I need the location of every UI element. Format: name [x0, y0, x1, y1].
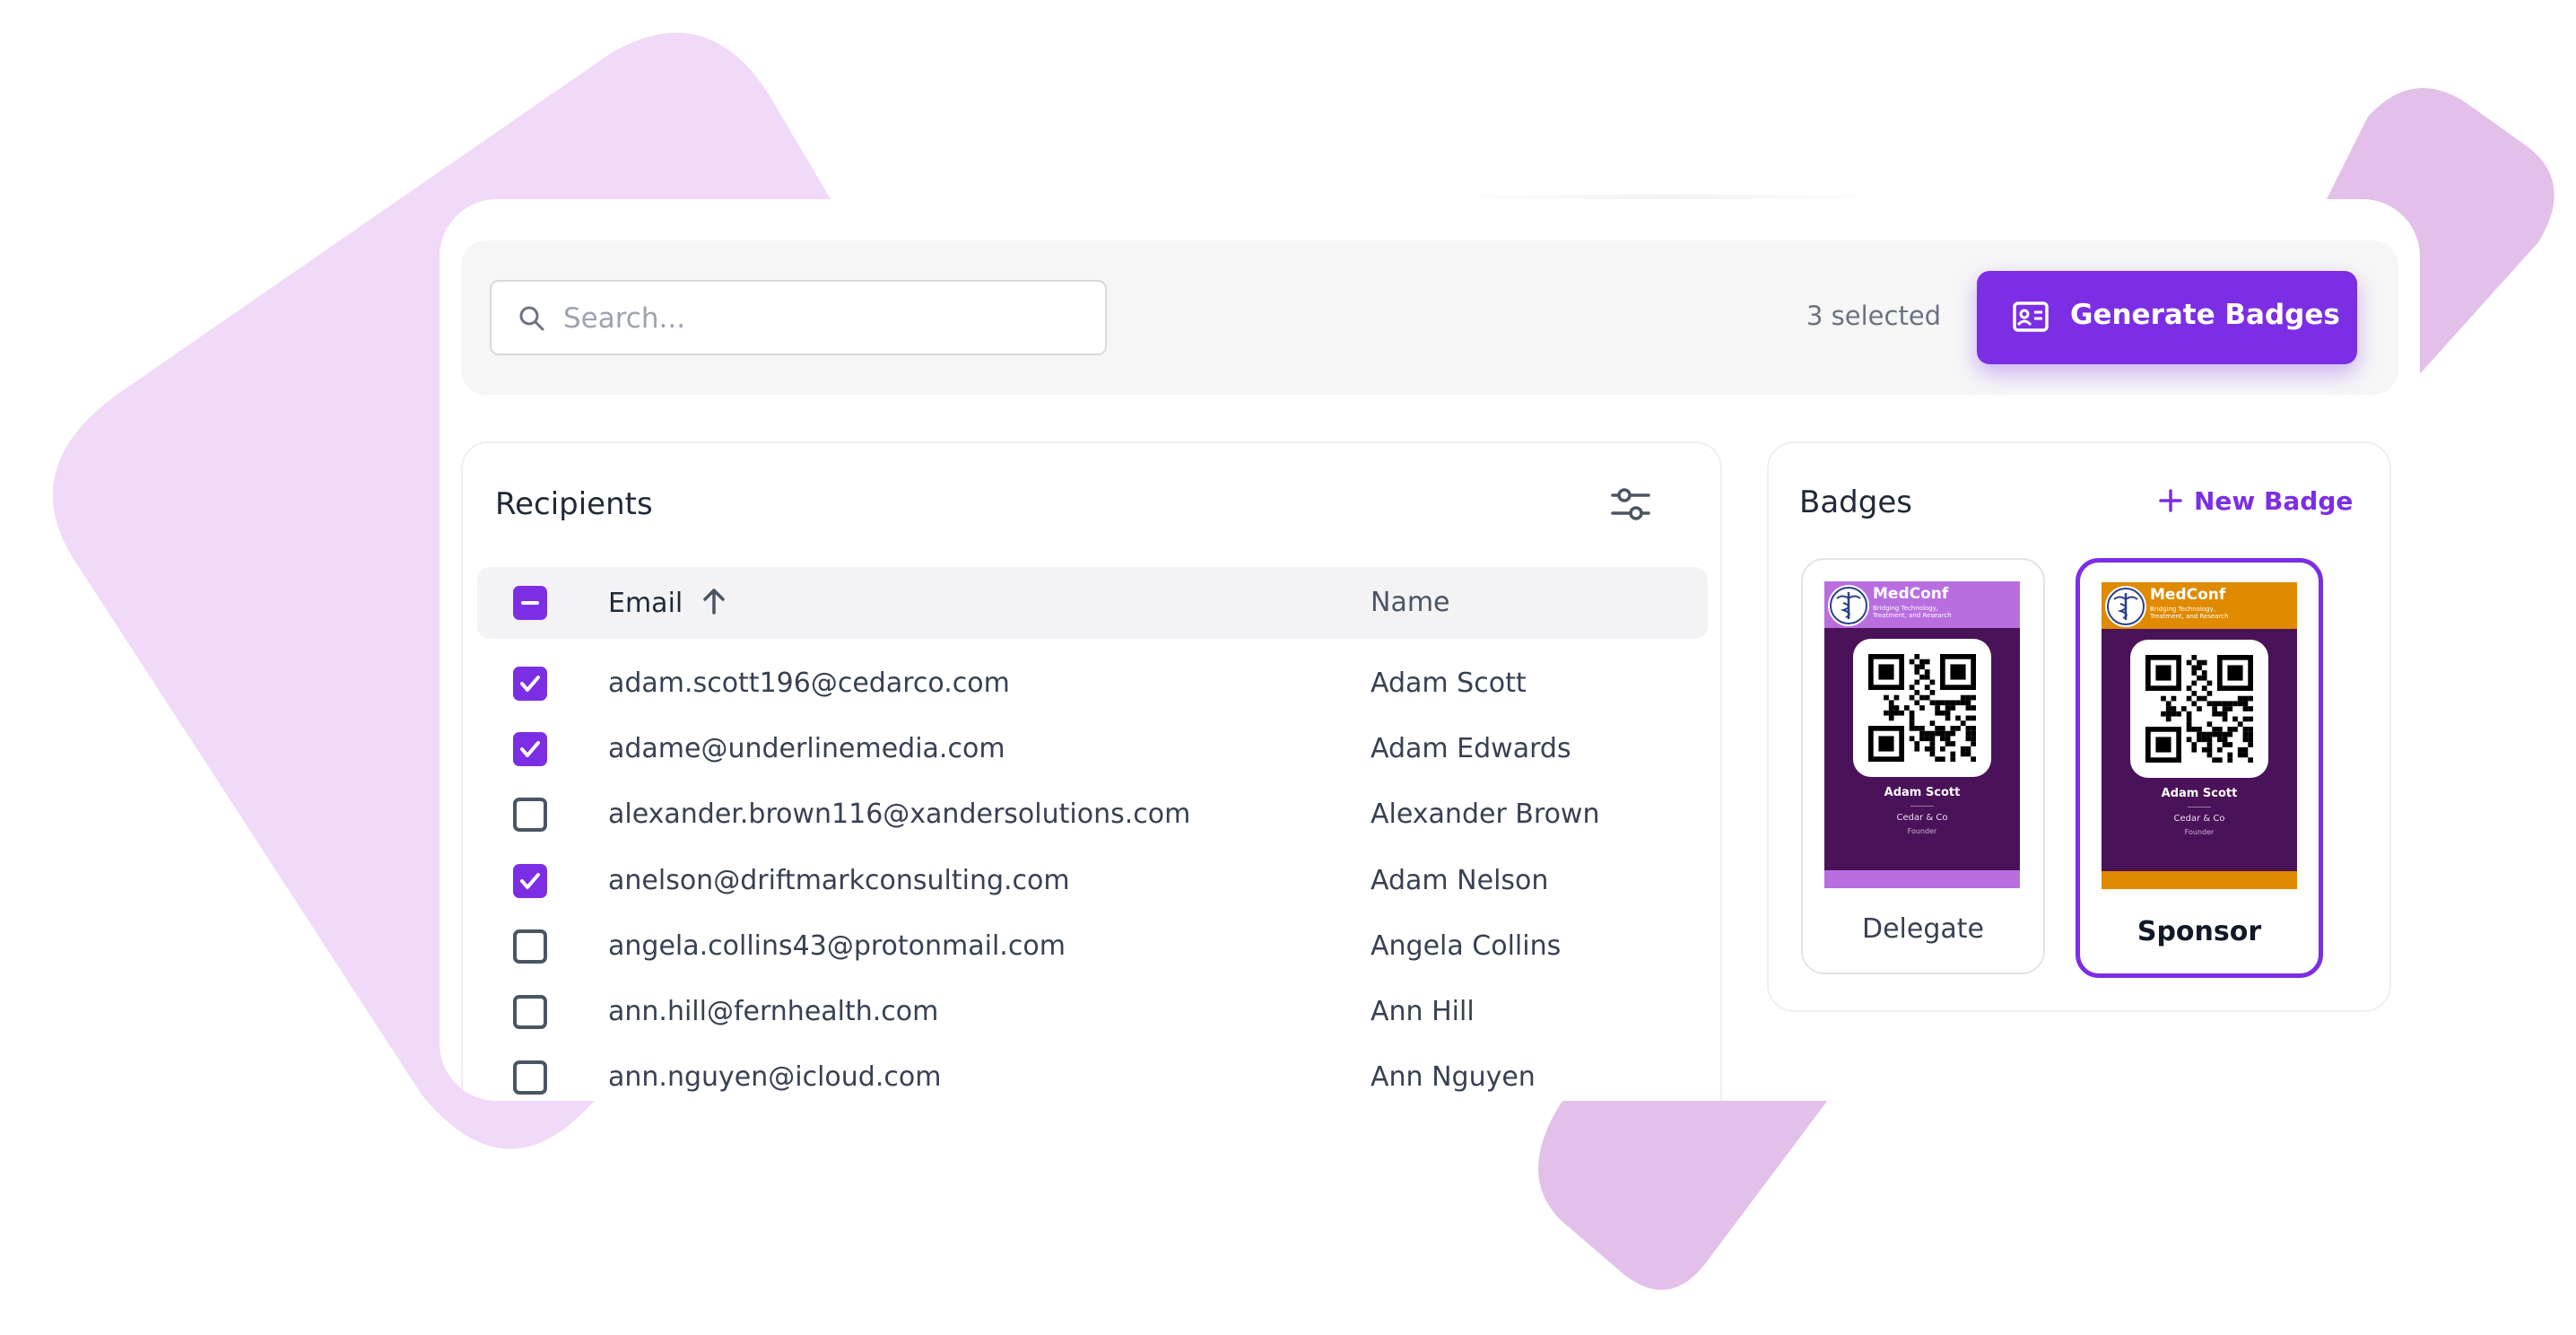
- recipients-panel: Recipients Email Name adam.scott196@ceda…: [461, 441, 1722, 1101]
- badge-tagline-line-1: Bridging Technology,: [1873, 605, 1938, 612]
- generate-badges-label: Generate Badges: [2070, 299, 2340, 331]
- badge-role: Founder: [2184, 828, 2215, 836]
- row-name: Ann Hill: [1371, 996, 1475, 1027]
- badges-panel: Badges New Badge MedConf Bridging Techno…: [1767, 441, 2391, 1012]
- badge-conference-name: MedConf: [2150, 586, 2226, 604]
- qr-code-icon: [2130, 640, 2268, 778]
- toolbar: 3 selected Generate Badges: [461, 240, 2398, 395]
- badge-role: Founder: [1907, 827, 1937, 835]
- badge-company: Cedar & Co: [1896, 813, 1948, 823]
- badge-tagline: Bridging Technology, Treatment, and Rese…: [2150, 606, 2229, 620]
- badge-company: Cedar & Co: [2173, 814, 2225, 824]
- row-email: ann.nguyen@icloud.com: [608, 1061, 942, 1094]
- table-row[interactable]: angela.collins43@protonmail.com Angela Co…: [477, 920, 1708, 973]
- email-column-header[interactable]: Email: [608, 587, 727, 619]
- badge-preview-delegate: MedConf Bridging Technology, Treatment, …: [1824, 581, 2020, 888]
- minus-icon: [521, 601, 539, 605]
- row-checkbox[interactable]: [513, 995, 547, 1029]
- check-icon: [520, 676, 540, 692]
- row-checkbox[interactable]: [513, 732, 547, 767]
- generate-badges-button[interactable]: Generate Badges: [1977, 271, 2357, 364]
- row-email: alexander.brown116@xandersolutions.com: [608, 798, 1191, 831]
- badge-footer-stripe: [2102, 871, 2297, 889]
- badge-person-name: Adam Scott: [1884, 786, 1961, 799]
- row-name: Adam Scott: [1371, 668, 1527, 699]
- badge-label-delegate: Delegate: [1862, 913, 1984, 945]
- id-card-icon: [2013, 301, 2049, 332]
- row-name: Adam Edwards: [1371, 733, 1571, 765]
- row-checkbox[interactable]: [513, 1060, 547, 1095]
- row-checkbox[interactable]: [513, 667, 547, 701]
- row-checkbox[interactable]: [513, 929, 547, 964]
- badge-card-sponsor[interactable]: MedConf Bridging Technology, Treatment, …: [2076, 558, 2323, 978]
- badges-title: Badges: [1799, 484, 1912, 520]
- recipients-title: Recipients: [495, 486, 653, 522]
- badge-tagline-line-2: Treatment, and Research: [1873, 612, 1952, 619]
- row-email: adame@underlinemedia.com: [608, 733, 1005, 765]
- plus-icon: [2159, 489, 2182, 512]
- row-name: Ann Nguyen: [1371, 1061, 1536, 1094]
- table-row[interactable]: ann.hill@fernhealth.com Ann Hill: [477, 985, 1708, 1039]
- check-icon: [520, 741, 540, 758]
- main-card: 3 selected Generate Badges Recipients: [439, 199, 2420, 1101]
- table-row[interactable]: anelson@driftmarkconsulting.com Adam Nels…: [477, 854, 1708, 908]
- row-email: adam.scott196@cedarco.com: [608, 668, 1010, 699]
- row-name: Angela Collins: [1371, 929, 1562, 962]
- badge-person-name: Adam Scott: [2161, 787, 2238, 800]
- search-box[interactable]: [490, 280, 1107, 355]
- check-icon: [520, 872, 540, 889]
- table-row[interactable]: ann.nguyen@icloud.com Ann Nguyen: [477, 1051, 1708, 1101]
- table-row[interactable]: adam.scott196@cedarco.com Adam Scott: [477, 657, 1708, 711]
- badge-preview-sponsor: MedConf Bridging Technology, Treatment, …: [2102, 582, 2297, 889]
- badge-tagline-line-2: Treatment, and Research: [2150, 613, 2229, 620]
- row-email: angela.collins43@protonmail.com: [608, 929, 1066, 962]
- badge-conference-name: MedConf: [1873, 585, 1949, 603]
- email-column-label: Email: [608, 588, 683, 619]
- selected-count: 3 selected: [1806, 301, 1942, 331]
- table-header: Email Name: [477, 567, 1708, 639]
- table-row[interactable]: adame@underlinemedia.com Adam Edwards: [477, 722, 1708, 776]
- arrow-up-icon[interactable]: [701, 587, 727, 615]
- badge-tagline-line-1: Bridging Technology,: [2150, 606, 2215, 613]
- badge-card-delegate[interactable]: MedConf Bridging Technology, Treatment, …: [1801, 558, 2045, 974]
- row-email: ann.hill@fernhealth.com: [608, 996, 939, 1027]
- caduceus-logo-icon: [1828, 585, 1869, 626]
- badge-label-sponsor: Sponsor: [2137, 916, 2262, 947]
- badge-header: MedConf Bridging Technology, Treatment, …: [1824, 581, 2020, 628]
- name-column-header[interactable]: Name: [1371, 587, 1450, 618]
- badge-tagline: Bridging Technology, Treatment, and Rese…: [1873, 605, 1952, 619]
- caduceus-logo-icon: [2105, 586, 2146, 627]
- badge-body: Adam Scott Cedar & Co Founder: [2102, 629, 2297, 871]
- row-checkbox[interactable]: [513, 798, 547, 833]
- new-badge-label: New Badge: [2194, 486, 2354, 516]
- badge-body: Adam Scott Cedar & Co Founder: [1824, 628, 2020, 870]
- badge-divider: [1910, 806, 1934, 807]
- sliders-icon[interactable]: [1611, 486, 1650, 522]
- row-name: Alexander Brown: [1371, 798, 1600, 831]
- row-name: Adam Nelson: [1371, 864, 1549, 896]
- badge-header: MedConf Bridging Technology, Treatment, …: [2102, 582, 2297, 629]
- table-row[interactable]: alexander.brown116@xandersolutions.com Al…: [477, 788, 1708, 842]
- row-checkbox[interactable]: [513, 863, 547, 898]
- badge-footer-stripe: [1824, 870, 2020, 888]
- select-all-checkbox[interactable]: [513, 586, 547, 620]
- row-email: anelson@driftmarkconsulting.com: [608, 864, 1070, 896]
- search-input[interactable]: [561, 292, 1085, 345]
- search-icon: [519, 306, 544, 331]
- qr-code-icon: [1853, 639, 1991, 777]
- new-badge-button[interactable]: New Badge: [2158, 486, 2353, 522]
